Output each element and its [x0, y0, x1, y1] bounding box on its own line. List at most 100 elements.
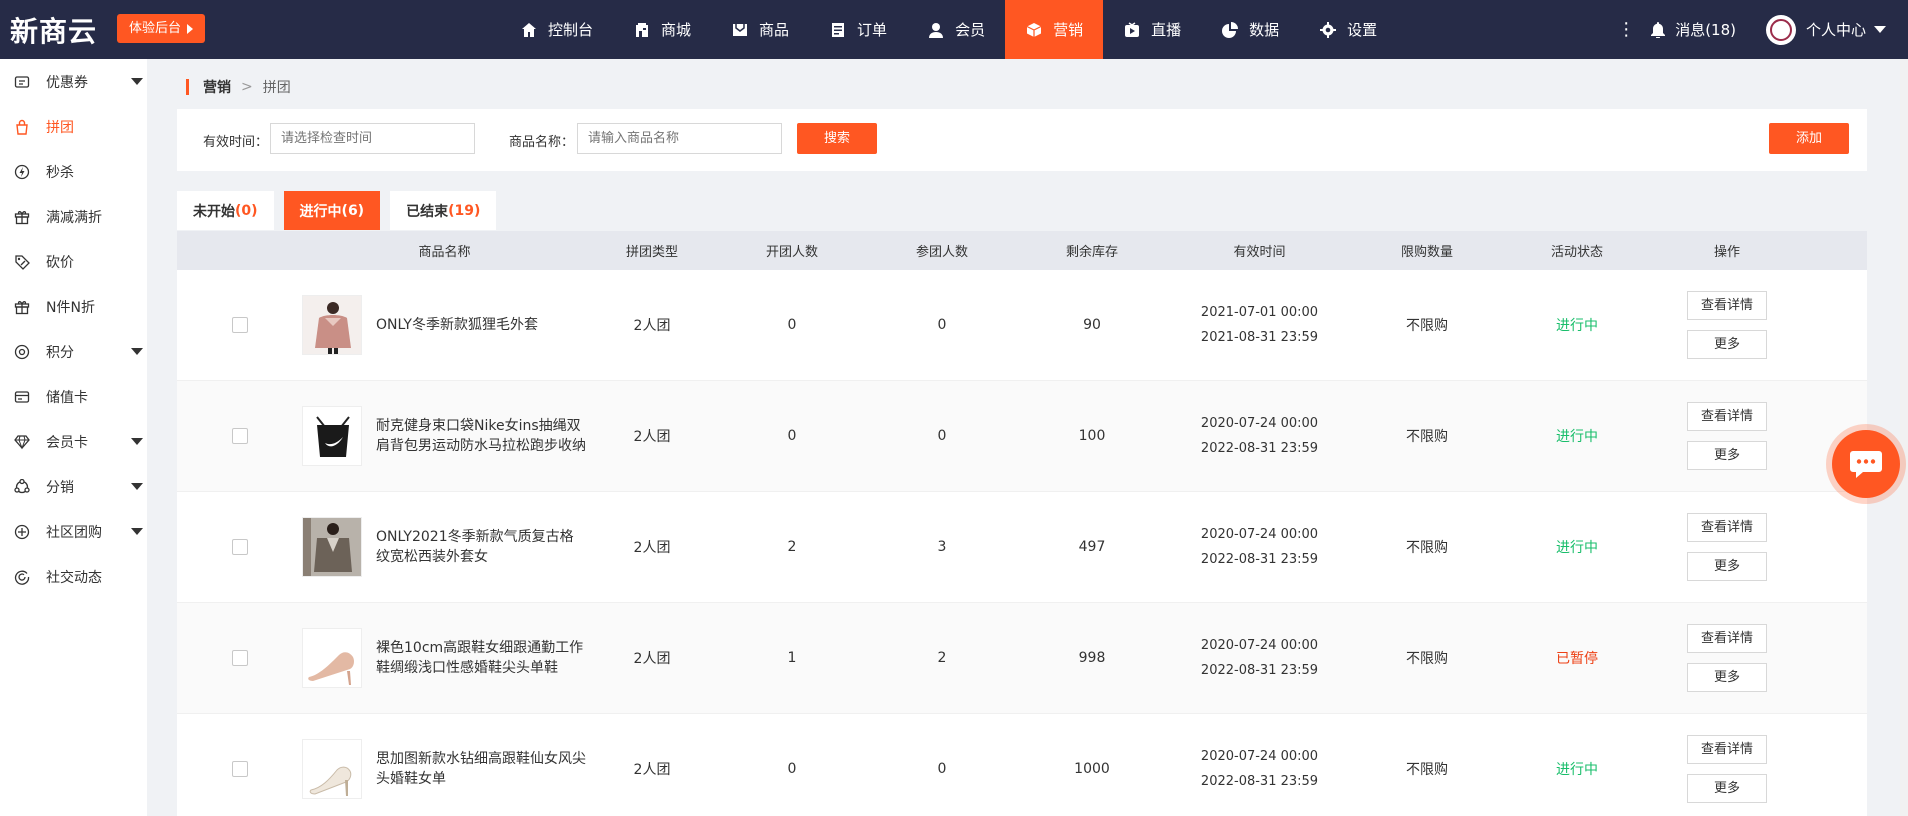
tab-1[interactable]: 进行中 (6) — [283, 191, 381, 230]
valid-time-cell: 2020-07-24 00:00 2022-08-31 23:59 — [1167, 411, 1352, 461]
sidebar-item-4[interactable]: 砍价 — [0, 239, 147, 284]
table-body: ONLY冬季新款狐狸毛外套 2人团 0 0 90 2021-07-01 00:00 2021… — [177, 270, 1867, 816]
nav-item-2[interactable]: 商品 — [711, 0, 809, 59]
sidebar-item-1[interactable]: 拼团 — [0, 104, 147, 149]
name-filter-input[interactable] — [577, 123, 782, 154]
filter-panel: 有效时间： 商品名称： 搜索 添加 — [177, 109, 1867, 171]
nav-item-0[interactable]: 控制台 — [500, 0, 613, 59]
sidebar-item-3[interactable]: 满减满折 — [0, 194, 147, 239]
breadcrumb-separator: > — [241, 79, 253, 95]
product-thumbnail[interactable] — [302, 406, 362, 466]
sidebar-item-10[interactable]: 社区团购 — [0, 509, 147, 554]
sidebar-item-9[interactable]: 分销 — [0, 464, 147, 509]
nav-item-7[interactable]: 数据 — [1201, 0, 1299, 59]
status-badge: 进行中 — [1556, 762, 1598, 778]
product-name[interactable]: 耐克健身束口袋Nike女ins抽绳双肩背包男运动防水马拉松跑步收纳 — [376, 416, 586, 456]
breadcrumb-level1[interactable]: 营销 — [203, 77, 231, 97]
nav-item-8[interactable]: 设置 — [1299, 0, 1397, 59]
sidebar-item-7[interactable]: 储值卡 — [0, 374, 147, 419]
product-name[interactable]: 思加图新款水钻细高跟鞋仙女风尖头婚鞋女单 — [376, 749, 586, 789]
messages-link[interactable]: 消息(18) — [1675, 19, 1736, 40]
row-checkbox[interactable] — [231, 428, 248, 444]
profile-center-link[interactable]: 个人中心 — [1806, 19, 1866, 40]
view-detail-button[interactable]: 查看详情 — [1687, 402, 1767, 431]
product-name[interactable]: ONLY冬季新款狐狸毛外套 — [376, 315, 586, 335]
sidebar-item-0[interactable]: 优惠券 — [0, 59, 147, 104]
group-type-cell: 2人团 — [633, 651, 671, 667]
chat-icon — [1832, 430, 1900, 498]
tab-2[interactable]: 已结束 (19) — [390, 191, 497, 230]
search-button[interactable]: 搜索 — [797, 123, 877, 154]
avatar[interactable] — [1765, 14, 1796, 45]
row-checkbox[interactable] — [231, 650, 248, 666]
sidebar-item-2[interactable]: 秒杀 — [0, 149, 147, 194]
stock-cell: 998 — [1078, 650, 1106, 666]
tab-0[interactable]: 未开始 (0) — [177, 191, 274, 230]
page-scrollbar[interactable] — [1900, 59, 1908, 816]
time-end: 2022-08-31 23:59 — [1200, 441, 1319, 456]
stock-cell: 497 — [1078, 539, 1106, 555]
sidebar-item-5[interactable]: N件N折 — [0, 284, 147, 329]
column-header: 拼团类型 — [625, 245, 678, 260]
bell-icon[interactable] — [1651, 21, 1666, 38]
sidebar-item-8[interactable]: 会员卡 — [0, 419, 147, 464]
product-thumbnail[interactable] — [302, 517, 362, 577]
column-header: 限购数量 — [1400, 245, 1453, 260]
top-bar: 新商云 体验后台 控制台 商城 商品 订单 会员 营销 直播 数据 设置 ⋮ 消息(18) 个人… — [0, 0, 1908, 59]
caret-down-icon — [131, 438, 143, 445]
flash-icon — [14, 164, 30, 180]
nav-item-label: 直播 — [1151, 21, 1182, 39]
nav-item-label: 会员 — [955, 21, 986, 39]
product-thumbnail[interactable] — [302, 628, 362, 688]
caret-down-icon — [131, 348, 143, 355]
sidebar: 优惠券 拼团 秒杀 满减满折 砍价 N件N折积分储值卡 会员卡 分销 社区团购 社交动态 — [0, 59, 147, 816]
trial-backend-button[interactable]: 体验后台 — [117, 14, 206, 43]
stock-cell: 1000 — [1074, 761, 1110, 777]
more-vertical-icon[interactable]: ⋮ — [1611, 19, 1641, 40]
view-detail-button[interactable]: 查看详情 — [1687, 735, 1767, 764]
time-filter-input[interactable] — [270, 123, 475, 154]
product-thumbnail[interactable] — [302, 295, 362, 355]
name-filter-label: 商品名称： — [509, 135, 575, 150]
row-checkbox[interactable] — [231, 761, 248, 777]
row-checkbox[interactable] — [231, 539, 248, 555]
logo[interactable]: 新商云 — [10, 10, 97, 50]
view-detail-button[interactable]: 查看详情 — [1687, 291, 1767, 320]
status-tabs: 未开始 (0) 进行中 (6) 已结束 (19) — [177, 191, 506, 230]
goods-icon — [731, 21, 749, 39]
main-nav: 控制台 商城 商品 订单 会员 营销 直播 数据 设置 — [500, 0, 1397, 59]
actions-cell: 查看详情 更多 — [1652, 619, 1802, 697]
limit-cell: 不限购 — [1406, 429, 1448, 445]
nav-item-6[interactable]: 直播 — [1103, 0, 1201, 59]
product-cell: ONLY冬季新款狐狸毛外套 — [302, 295, 587, 355]
tab-label: 进行中 — [299, 203, 342, 220]
time-end: 2022-08-31 23:59 — [1200, 774, 1319, 789]
more-button[interactable]: 更多 — [1687, 663, 1767, 692]
nav-item-5[interactable]: 营销 — [1005, 0, 1104, 59]
product-thumbnail[interactable] — [302, 739, 362, 799]
more-button[interactable]: 更多 — [1687, 441, 1767, 470]
status-badge: 进行中 — [1556, 318, 1598, 334]
sidebar-item-6[interactable]: 积分 — [0, 329, 147, 374]
add-button[interactable]: 添加 — [1769, 123, 1849, 154]
time-start: 2020-07-24 00:00 — [1200, 749, 1319, 764]
nav-item-1[interactable]: 商城 — [613, 0, 711, 59]
actions-cell: 查看详情 更多 — [1652, 730, 1802, 808]
product-name[interactable]: ONLY2021冬季新款气质复古格纹宽松西装外套女 — [376, 527, 586, 567]
view-detail-button[interactable]: 查看详情 — [1687, 624, 1767, 653]
more-button[interactable]: 更多 — [1687, 774, 1767, 803]
time-start: 2020-07-24 00:00 — [1200, 638, 1319, 653]
sidebar-item-11[interactable]: 社交动态 — [0, 554, 147, 599]
chat-float-button[interactable] — [1826, 424, 1906, 504]
time-end: 2022-08-31 23:59 — [1200, 663, 1319, 678]
more-button[interactable]: 更多 — [1687, 330, 1767, 359]
open-count-cell: 0 — [787, 428, 797, 444]
view-detail-button[interactable]: 查看详情 — [1687, 513, 1767, 542]
nav-item-3[interactable]: 订单 — [809, 0, 907, 59]
product-name[interactable]: 裸色10cm高跟鞋女细跟通勤工作鞋绸缎浅口性感婚鞋尖头单鞋 — [376, 638, 586, 678]
chevron-down-icon[interactable] — [1874, 26, 1886, 33]
row-checkbox[interactable] — [231, 317, 248, 333]
sidebar-item-label: 积分 — [46, 344, 74, 361]
more-button[interactable]: 更多 — [1687, 552, 1767, 581]
nav-item-4[interactable]: 会员 — [907, 0, 1005, 59]
